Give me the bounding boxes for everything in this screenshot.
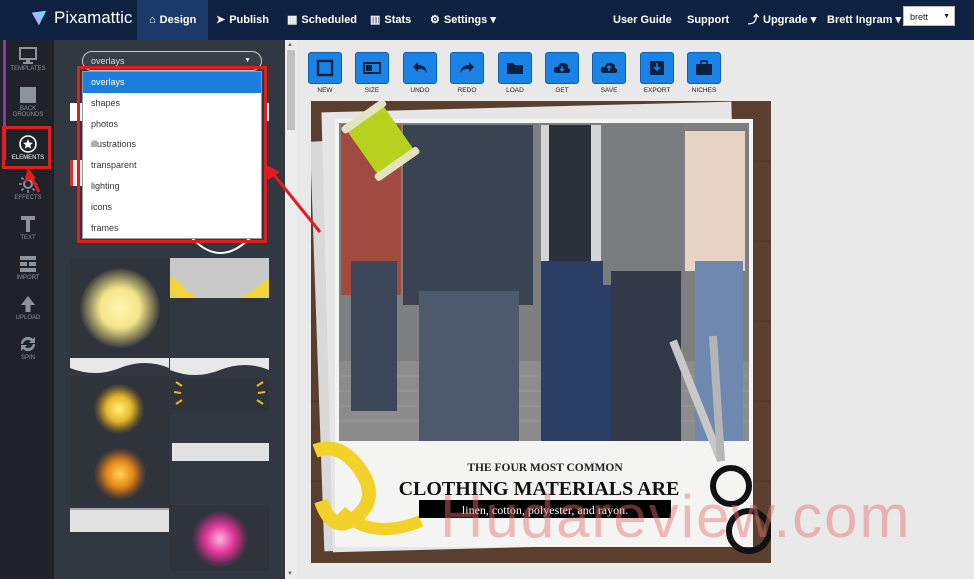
nav-design[interactable]: ⌂ Design: [137, 0, 209, 40]
sidebar-item-backgrounds[interactable]: BACK GROUNDS: [4, 86, 52, 118]
sidebar-item-text[interactable]: TEXT: [4, 215, 52, 241]
upload-arrow-icon: [18, 295, 38, 313]
user-select[interactable]: brett ▼: [903, 6, 955, 26]
dropdown-highlight-box: [77, 66, 267, 243]
nav-scheduled[interactable]: ▦ Scheduled: [275, 0, 369, 40]
sidebar-item-upload[interactable]: UPLOAD: [4, 295, 52, 321]
nav-user-menu[interactable]: Brett Ingram ▾: [815, 0, 913, 40]
element-thumb-glow-orange[interactable]: [70, 442, 169, 506]
watermark: Hudareview.com: [440, 483, 912, 550]
scrollbar-thumb[interactable]: [287, 50, 295, 130]
element-thumb-glow-pink[interactable]: [170, 505, 269, 571]
gear-icon: ⚙: [430, 14, 440, 26]
size-icon: [363, 62, 381, 74]
sun-icon: [18, 175, 38, 193]
toolbar-undo-button[interactable]: UNDO: [403, 52, 437, 94]
element-thumb-yellow-corners[interactable]: [170, 258, 269, 298]
text-icon: [18, 215, 38, 233]
top-navbar: Pixamattic ⌂ Design ➤ Publish ▦ Scheduled ▥…: [0, 0, 974, 40]
scroll-up-icon[interactable]: ▲: [287, 42, 293, 48]
toolbar-export-button[interactable]: EXPORT: [640, 52, 674, 94]
nav-stats[interactable]: ▥ Stats: [358, 0, 423, 40]
upgrade-arrow-icon: ⤴: [748, 14, 759, 26]
nav-user-guide[interactable]: User Guide: [601, 0, 684, 40]
redo-icon: [460, 62, 474, 73]
chevron-down-icon: ▾: [490, 14, 496, 26]
nav-publish[interactable]: ➤ Publish: [204, 0, 281, 40]
spin-icon: [18, 335, 38, 353]
nav-support[interactable]: Support: [675, 0, 741, 40]
square-icon: [18, 86, 38, 104]
monitor-icon: [18, 46, 38, 64]
element-thumb-glow-yellow[interactable]: [70, 258, 169, 358]
sidebar-item-effects[interactable]: EFFECTS: [4, 175, 52, 201]
element-thumb-bar[interactable]: [172, 443, 269, 461]
chevron-down-icon: ▾: [895, 14, 901, 26]
new-canvas-icon: [316, 59, 334, 77]
elements-highlight-box: [2, 126, 51, 169]
element-thumb-wave[interactable]: [170, 358, 269, 378]
cloud-download-icon: [553, 62, 571, 73]
logo-text: Pixamattic: [54, 8, 133, 27]
toolbar-get-button[interactable]: GET: [545, 52, 579, 94]
toolbar-redo-button[interactable]: REDO: [450, 52, 484, 94]
toolbar-save-button[interactable]: SAVE: [592, 52, 626, 94]
pixamattic-logo-icon: [31, 10, 47, 26]
logo[interactable]: Pixamattic: [30, 8, 132, 28]
export-icon: [650, 61, 664, 75]
toolbar-load-button[interactable]: LOAD: [498, 52, 532, 94]
element-thumb-wave[interactable]: [70, 358, 169, 376]
toolbar-new-button[interactable]: NEW: [308, 52, 342, 94]
import-icon: [18, 255, 38, 273]
element-thumb-glow-gold[interactable]: [70, 376, 169, 442]
calendar-icon: ▦: [287, 14, 298, 26]
chevron-down-icon: ▼: [943, 13, 950, 20]
chart-icon: ▥: [370, 14, 381, 26]
left-sidebar: TEMPLATES BACK GROUNDS ELEMENTS EFFECTS …: [0, 40, 54, 579]
element-thumb-bar[interactable]: [70, 508, 169, 532]
panel-scrollbar[interactable]: ▲ ▼: [285, 40, 297, 579]
briefcase-icon: [696, 60, 712, 75]
paper-plane-icon: ➤: [216, 14, 226, 26]
home-icon: ⌂: [149, 14, 156, 26]
folder-icon: [507, 63, 523, 74]
design-text-line1[interactable]: THE FOUR MOST COMMON: [467, 462, 623, 474]
undo-icon: [413, 62, 427, 73]
element-thumb-burst[interactable]: [170, 378, 269, 410]
cloud-upload-icon: [600, 62, 618, 73]
sidebar-item-spin[interactable]: SPIN: [4, 335, 52, 361]
sidebar-item-templates[interactable]: TEMPLATES: [4, 46, 52, 72]
sidebar-item-import[interactable]: IMPORT: [4, 255, 52, 281]
toolbar-size-button[interactable]: SIZE: [355, 52, 389, 94]
scroll-down-icon[interactable]: ▼: [287, 571, 293, 577]
toolbar-niches-button[interactable]: NICHES: [687, 52, 721, 94]
nav-settings[interactable]: ⚙ Settings ▾: [418, 0, 508, 40]
